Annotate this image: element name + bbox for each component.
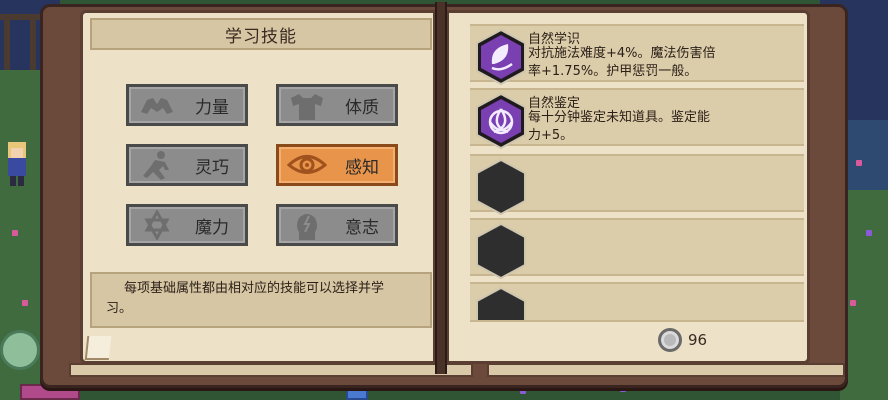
attribute-label: 力量 (195, 97, 229, 118)
perception-eye-icon (287, 155, 327, 174)
silver-coin-icon (658, 328, 682, 352)
attribute-label: 体质 (345, 97, 379, 118)
empty-hex-slot-icon (476, 158, 526, 216)
attribute-button-dexterity[interactable]: 灵巧 (126, 144, 248, 186)
triquetra-knot-icon (476, 92, 526, 150)
skill-entry[interactable]: 自然鉴定 每十分钟鉴定未知道具。鉴定能 力+5。 (470, 88, 804, 150)
attribute-button-willpower[interactable]: 意志 (276, 204, 398, 246)
constitution-torso-icon (291, 94, 323, 120)
empty-skill-slot[interactable] (470, 282, 804, 322)
skill-desc-line: 率+1.75%。护甲惩罚一般。 (528, 64, 698, 79)
skill-desc-line: 力+5。 (528, 128, 574, 143)
attribute-description: 每项基础属性都由相对应的技能可以选择并学 习。 (90, 272, 432, 328)
book-spine (435, 2, 447, 374)
empty-hex-slot-icon (476, 222, 526, 280)
skill-description: 对抗施法难度+4%。魔法伤害倍 率+1.75%。护甲惩罚一般。 (528, 45, 798, 81)
skill-desc-line: 对抗施法难度+4%。魔法伤害倍 (528, 46, 716, 61)
strength-arms-icon (141, 98, 173, 114)
attribute-button-magic[interactable]: 魔力 (126, 204, 248, 246)
description-line: 习。 (106, 301, 133, 316)
skill-description: 每十分钟鉴定未知道具。鉴定能 力+5。 (528, 109, 798, 145)
magic-hexagram-icon (144, 210, 170, 240)
dexterity-runner-icon (143, 151, 169, 180)
page-curl-corner[interactable] (84, 336, 112, 360)
nature-leaf-icon (476, 28, 526, 86)
skill-desc-line: 每十分钟鉴定未知道具。鉴定能 (528, 110, 711, 125)
attribute-label: 意志 (345, 217, 379, 238)
empty-skill-slot[interactable] (470, 154, 804, 216)
attribute-label: 魔力 (195, 217, 229, 238)
attribute-button-strength[interactable]: 力量 (126, 84, 248, 126)
player-character-sprite (2, 140, 30, 190)
description-line: 每项基础属性都由相对应的技能可以选择并学 (124, 281, 385, 296)
currency-amount: 96 (688, 331, 708, 349)
page-title-text: 学习技能 (225, 26, 297, 47)
currency-display: 96 (658, 328, 707, 352)
npc-sprite (0, 330, 40, 370)
attribute-button-constitution[interactable]: 体质 (276, 84, 398, 126)
attribute-button-perception[interactable]: 感知 (276, 144, 398, 186)
empty-skill-slot[interactable] (470, 218, 804, 280)
willpower-head-icon (297, 214, 317, 240)
page-title: 学习技能 (90, 18, 432, 50)
attribute-label: 灵巧 (195, 157, 229, 178)
skill-entry[interactable]: 自然学识 对抗施法难度+4%。魔法伤害倍 率+1.75%。护甲惩罚一般。 (470, 24, 804, 86)
empty-hex-slot-icon (476, 286, 526, 320)
right-page-footer (470, 322, 804, 350)
attribute-label: 感知 (345, 157, 379, 178)
